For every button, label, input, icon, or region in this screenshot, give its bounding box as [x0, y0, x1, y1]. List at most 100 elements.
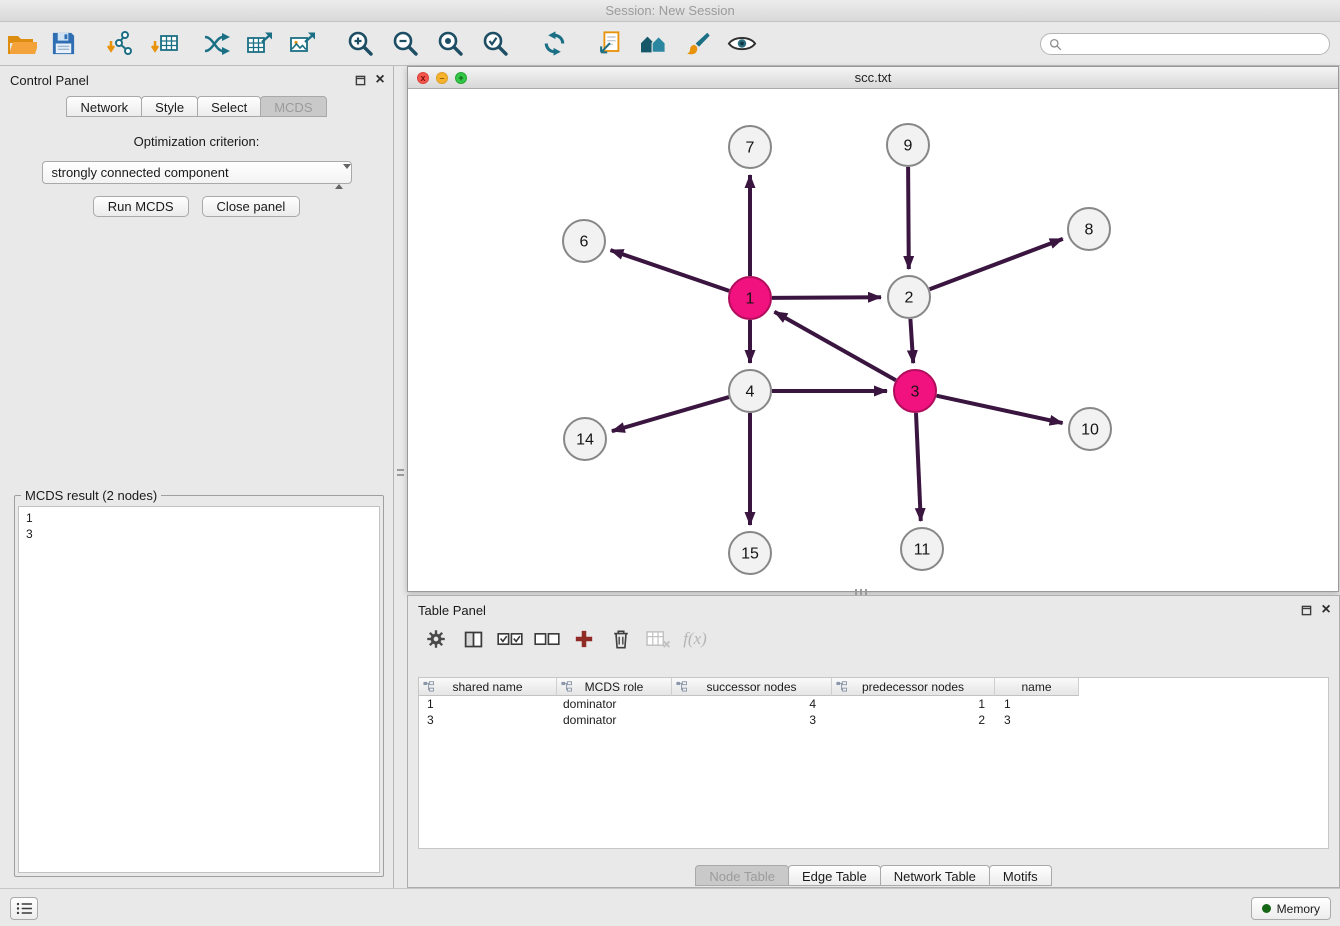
- control-panel-close-button[interactable]: ×: [373, 73, 387, 87]
- minimize-window-button[interactable]: –: [436, 72, 448, 84]
- node-15[interactable]: 15: [729, 532, 771, 574]
- refresh-button[interactable]: [538, 26, 570, 62]
- view-group: [594, 26, 758, 62]
- network-window-title: scc.txt: [855, 70, 892, 85]
- node-10[interactable]: 10: [1069, 408, 1111, 450]
- maximize-window-button[interactable]: +: [455, 72, 467, 84]
- toolbar-search[interactable]: [1040, 33, 1330, 55]
- table-panel-close-button[interactable]: ×: [1319, 603, 1333, 617]
- zoom-selected-button[interactable]: [479, 26, 511, 62]
- edge-2-3[interactable]: [910, 319, 913, 363]
- edge-3-10[interactable]: [937, 396, 1063, 423]
- function-builder-button[interactable]: f(x): [680, 624, 710, 654]
- column-header-successor-nodes[interactable]: successor nodes: [672, 678, 832, 696]
- node-1[interactable]: 1: [729, 277, 771, 319]
- table-tab-edge-table[interactable]: Edge Table: [788, 865, 881, 886]
- node-8[interactable]: 8: [1068, 208, 1110, 250]
- control-panel-float-button[interactable]: [353, 73, 367, 87]
- criterion-selected-value: strongly connected component: [52, 165, 229, 180]
- zoom-fit-button[interactable]: [434, 26, 466, 62]
- window-title: Session: New Session: [605, 3, 734, 18]
- control-panel-header: Control Panel ×: [0, 66, 393, 94]
- table-cell: dominator: [557, 712, 672, 728]
- edge-2-8[interactable]: [930, 239, 1063, 289]
- control-panel-title: Control Panel: [10, 73, 89, 88]
- table-toolbar: f(x): [421, 622, 710, 656]
- svg-text:8: 8: [1085, 222, 1094, 239]
- table-panel-float-button[interactable]: [1299, 603, 1313, 617]
- node-2[interactable]: 2: [888, 276, 930, 318]
- vertical-splitter-handle[interactable]: [396, 466, 405, 482]
- network-arrows-button[interactable]: [201, 26, 233, 62]
- edge-3-11[interactable]: [916, 413, 921, 521]
- panel-list-button[interactable]: [10, 897, 38, 920]
- svg-text:9: 9: [904, 138, 913, 155]
- close-panel-button[interactable]: Close panel: [202, 196, 301, 217]
- svg-text:1: 1: [746, 291, 755, 308]
- edge-3-1[interactable]: [774, 312, 895, 381]
- edge-4-14[interactable]: [612, 397, 729, 431]
- table-tab-node-table[interactable]: Node Table: [695, 865, 789, 886]
- node-11[interactable]: 11: [901, 528, 943, 570]
- table-settings-button[interactable]: [421, 624, 451, 654]
- eye-button[interactable]: [726, 26, 758, 62]
- table-tab-motifs[interactable]: Motifs: [989, 865, 1052, 886]
- close-window-button[interactable]: x: [417, 72, 429, 84]
- column-header-name[interactable]: name: [995, 678, 1079, 696]
- memory-button[interactable]: Memory: [1251, 897, 1331, 920]
- show-columns-button[interactable]: [458, 624, 488, 654]
- node-9[interactable]: 9: [887, 124, 929, 166]
- maximize-icon: +: [458, 73, 463, 83]
- network-canvas[interactable]: 7 9 6 8 1 2 4 3 14 10 15 11: [408, 89, 1338, 591]
- mcds-result-textarea[interactable]: 13: [18, 506, 380, 873]
- select-arrows-icon: [335, 166, 343, 187]
- unselect-all-columns-button[interactable]: [532, 624, 562, 654]
- node-3[interactable]: 3: [894, 370, 936, 412]
- search-input[interactable]: [1067, 37, 1321, 51]
- svg-text:2: 2: [905, 290, 914, 307]
- column-header-label: predecessor nodes: [862, 680, 964, 694]
- zoom-in-button[interactable]: [344, 26, 376, 62]
- svg-text:6: 6: [580, 234, 589, 251]
- node-7[interactable]: 7: [729, 126, 771, 168]
- import-table-button[interactable]: [149, 26, 181, 62]
- table-tab-network-table[interactable]: Network Table: [880, 865, 990, 886]
- document-arrow-icon: [596, 30, 624, 58]
- control-panel: Control Panel × NetworkStyleSelectMCDS O…: [0, 66, 394, 888]
- column-header-predecessor-nodes[interactable]: predecessor nodes: [832, 678, 995, 696]
- svg-text:3: 3: [911, 384, 920, 401]
- edge-1-2[interactable]: [772, 297, 881, 298]
- svg-text:15: 15: [741, 546, 759, 563]
- zoom-out-button[interactable]: [389, 26, 421, 62]
- node-14[interactable]: 14: [564, 418, 606, 460]
- network-window-titlebar[interactable]: x – + scc.txt: [408, 67, 1338, 89]
- select-all-columns-button[interactable]: [495, 624, 525, 654]
- table-row[interactable]: 1dominator411: [419, 696, 1328, 712]
- paintbrush-button[interactable]: [682, 26, 714, 62]
- column-header-mcds-role[interactable]: MCDS role: [557, 678, 672, 696]
- column-type-icon: [676, 681, 687, 692]
- homes-button[interactable]: [638, 26, 670, 62]
- node-4[interactable]: 4: [729, 370, 771, 412]
- open-session-button[interactable]: [6, 26, 38, 62]
- delete-table-button[interactable]: [643, 624, 673, 654]
- run-mcds-button[interactable]: Run MCDS: [93, 196, 189, 217]
- create-column-button[interactable]: [569, 624, 599, 654]
- save-session-button[interactable]: [47, 26, 79, 62]
- export-table-button[interactable]: [244, 26, 276, 62]
- tab-network[interactable]: Network: [66, 96, 142, 117]
- tab-mcds[interactable]: MCDS: [260, 96, 326, 117]
- document-arrow-button[interactable]: [594, 26, 626, 62]
- edge-1-6[interactable]: [611, 250, 730, 291]
- unchecked-boxes-icon: [534, 631, 560, 648]
- node-6[interactable]: 6: [563, 220, 605, 262]
- optimization-criterion-select[interactable]: strongly connected component: [42, 161, 352, 184]
- import-network-button[interactable]: [104, 26, 136, 62]
- edge-9-2[interactable]: [908, 167, 909, 269]
- delete-column-button[interactable]: [606, 624, 636, 654]
- export-image-button[interactable]: [287, 26, 319, 62]
- column-header-shared-name[interactable]: shared name: [419, 678, 557, 696]
- table-row[interactable]: 3dominator323: [419, 712, 1328, 728]
- tab-style[interactable]: Style: [141, 96, 198, 117]
- tab-select[interactable]: Select: [197, 96, 261, 117]
